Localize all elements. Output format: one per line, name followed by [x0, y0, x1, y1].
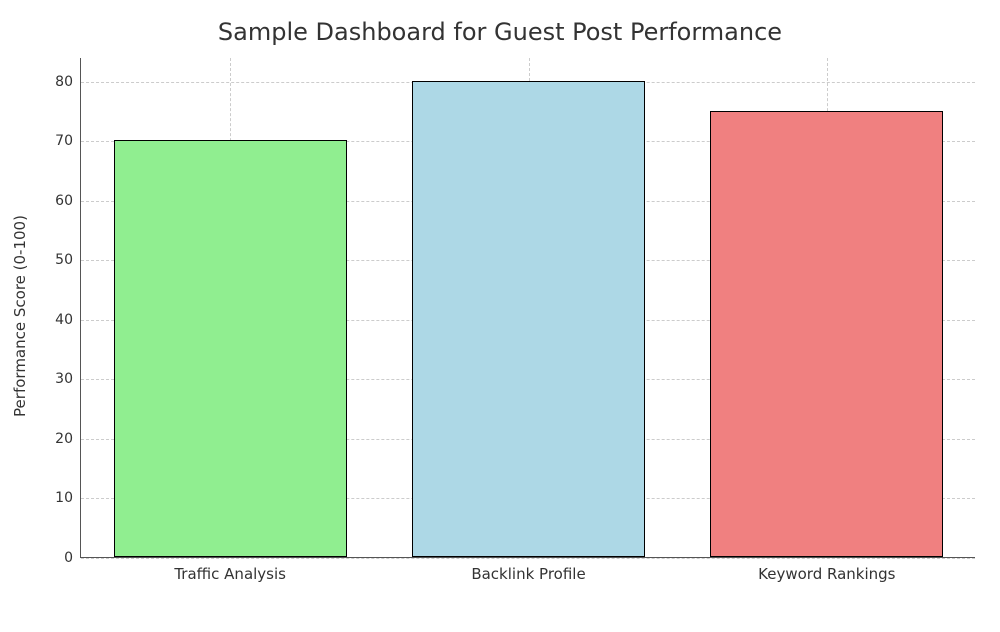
- y-tick-label: 40: [55, 312, 81, 328]
- x-tick-label: Backlink Profile: [471, 557, 585, 583]
- y-tick-label: 80: [55, 74, 81, 90]
- chart-container: Sample Dashboard for Guest Post Performa…: [0, 0, 1000, 632]
- y-tick-label: 20: [55, 431, 81, 447]
- y-tick-label: 60: [55, 193, 81, 209]
- y-tick-label: 70: [55, 133, 81, 149]
- bar-backlink-profile: [412, 81, 645, 557]
- plot-area: 01020304050607080Traffic AnalysisBacklin…: [80, 58, 975, 558]
- y-axis-label: Performance Score (0-100): [11, 215, 29, 417]
- chart-title: Sample Dashboard for Guest Post Performa…: [0, 18, 1000, 46]
- x-tick-label: Traffic Analysis: [174, 557, 286, 583]
- bar-traffic-analysis: [114, 140, 347, 557]
- y-tick-label: 50: [55, 252, 81, 268]
- bar-keyword-rankings: [710, 111, 943, 557]
- y-tick-label: 0: [64, 550, 81, 566]
- y-tick-label: 30: [55, 371, 81, 387]
- x-tick-label: Keyword Rankings: [758, 557, 895, 583]
- y-tick-label: 10: [55, 490, 81, 506]
